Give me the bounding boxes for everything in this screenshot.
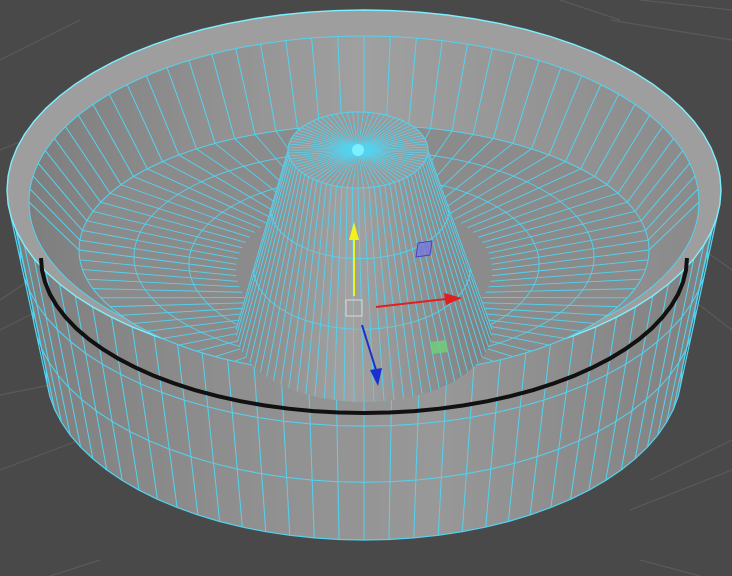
- grid-line: [559, 0, 621, 21]
- grid-line: [609, 19, 732, 41]
- cone-top-cap: [287, 111, 429, 189]
- grid-line: [649, 439, 732, 481]
- grid-line: [639, 559, 701, 576]
- cap-center: [352, 144, 364, 156]
- grid-line: [0, 439, 81, 471]
- ring-mold-mesh[interactable]: [6, 9, 722, 541]
- grid-line: [639, 0, 732, 11]
- manip-xz-plane-handle[interactable]: [430, 340, 448, 354]
- grid-line: [0, 19, 81, 61]
- viewport-canvas[interactable]: [0, 0, 732, 576]
- manip-xy-plane-handle[interactable]: [415, 240, 433, 258]
- grid-line: [49, 559, 101, 576]
- grid-line: [629, 469, 732, 511]
- 3d-viewport[interactable]: [0, 0, 732, 576]
- grid-line: [0, 384, 51, 396]
